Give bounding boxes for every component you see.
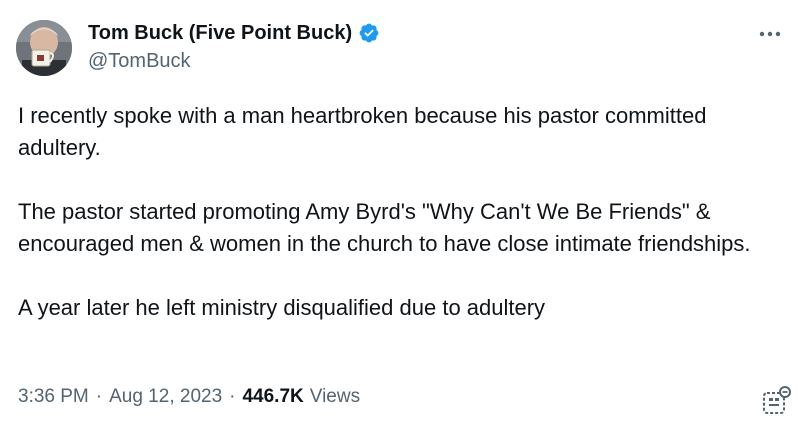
tweet-time[interactable]: 3:36 PM [18,386,89,408]
verified-badge-icon[interactable] [358,22,380,44]
author-handle[interactable]: @TomBuck [88,50,191,73]
author-name-row: Tom Buck (Five Point Buck) [88,20,380,46]
views-count: 446.7K [242,386,304,407]
tweet-text: I recently spoke with a man heartbroken … [18,100,788,324]
tweet-paragraph-3: A year later he left ministry disqualifi… [18,295,546,320]
tweet-paragraph-2: The pastor started promoting Amy Byrd's … [18,199,751,256]
avatar-photo [16,20,72,76]
tweet-card: Tom Buck (Five Point Buck) @TomBuck I re… [0,0,798,431]
author-display-name[interactable]: Tom Buck (Five Point Buck) [88,22,352,45]
avatar[interactable] [16,20,72,76]
views-label: Views [309,386,361,407]
meta-separator: · [95,386,103,407]
meta-separator: · [229,386,236,407]
grok-icon[interactable] [762,385,792,415]
tweet-metadata: 3:36 PM · Aug 12, 2023 · 446.7K Views [18,386,360,408]
tweet-paragraph-1: I recently spoke with a man heartbroken … [18,103,707,160]
tweet-date[interactable]: Aug 12, 2023 [109,386,222,408]
more-options-icon[interactable] [756,22,784,46]
